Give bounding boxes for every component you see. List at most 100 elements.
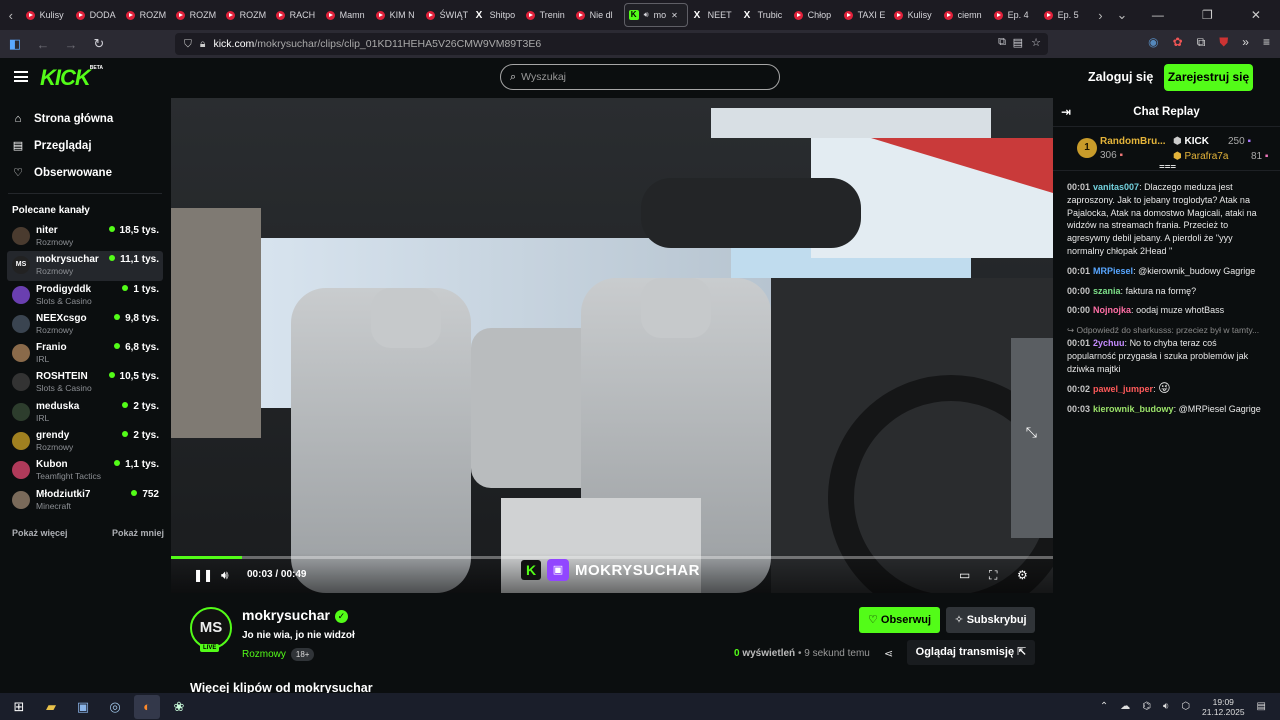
browser-tab[interactable]: X NEET [690,0,740,30]
overflow-menu-icon[interactable]: » [1242,35,1249,50]
notifications-icon[interactable]: ▤ [1257,701,1266,712]
browser-tab[interactable]: Kulisy [22,0,72,30]
theater-mode-icon[interactable]: ▭ [959,568,970,582]
app-tray-icon[interactable]: ⬡ [1181,701,1190,712]
video-player[interactable]: ⤡ ❚❚ 🔊︎ 00:03 / 00:49 K ▣ MOKRYSUCHAR ▭ … [171,98,1053,593]
ublock-icon[interactable]: ⛊ [1219,35,1228,50]
file-explorer-icon[interactable]: ▰ [38,695,64,719]
sidebar-nav-item[interactable]: ♡ Obserwowane [0,159,170,186]
browser-tab[interactable]: Mamn [322,0,372,30]
tab-list-icon[interactable]: ⌄ [1111,7,1133,23]
browser-tab[interactable]: Ep. 4 [990,0,1040,30]
clock[interactable]: 19:09 21.12.2025 [1202,697,1245,717]
expand-pins-icon[interactable]: ⩶ [1159,161,1176,172]
wifi-icon[interactable]: ⌬ [1142,701,1151,712]
browser-tab[interactable]: K 🔊︎ mo ✕ [623,3,688,27]
login-button[interactable]: Zaloguj się [1088,70,1153,84]
tab-scroll-right-icon[interactable]: › [1090,8,1112,23]
browser-tab[interactable]: Trenin [522,0,572,30]
reader-view-icon[interactable]: ▤ [1013,36,1023,49]
message-user[interactable]: kierownik_budowy [1093,404,1174,414]
fox-extension-icon[interactable]: ✿ [1173,35,1183,50]
browser-tab[interactable]: Nie dl [572,0,622,30]
message-user[interactable]: 2ychuu [1093,338,1125,348]
channel-item[interactable]: NEEXcsgo Rozmowy 9,8 tys. [7,310,163,339]
browser-tab[interactable]: ROZM [172,0,222,30]
reload-icon[interactable]: ↻ [92,36,106,52]
browser-tab[interactable]: DODA [72,0,122,30]
minimize-icon[interactable]: — [1152,8,1164,22]
kick-logo[interactable]: KICKBETA [40,65,103,91]
browser-tab[interactable]: ciemn [940,0,990,30]
steam-icon[interactable]: ◎ [102,695,128,719]
tray-overflow-icon[interactable]: ⌃ [1100,701,1108,712]
lock-icon[interactable]: 🔒︎ [200,38,206,51]
picture-in-picture-icon[interactable]: ⧉ [998,36,1006,49]
channel-item[interactable]: ROSHTEIN Slots & Casino 10,5 tys. [7,368,163,397]
message-user[interactable]: Nojnojka [1093,305,1131,315]
speaker-icon[interactable]: 🔉︎ [1163,701,1169,712]
category-link[interactable]: Rozmowy [242,649,286,660]
firefox-icon[interactable]: ◐ [134,694,160,719]
channel-avatar[interactable]: MS [190,607,232,649]
follow-button[interactable]: ♡ Obserwuj [859,607,940,633]
channel-item[interactable]: Kubon Teamfight Tactics 1,1 tys. [7,456,163,485]
message-user[interactable]: szania [1093,286,1121,296]
browser-tab[interactable]: Chłop [790,0,840,30]
volume-icon[interactable]: 🔊︎ [221,568,229,583]
browser-tab[interactable]: Kulisy [890,0,940,30]
back-icon[interactable]: ← [36,37,50,52]
show-less-button[interactable]: Pokaż mniej [112,528,164,538]
sidebar-nav-item[interactable]: ⌂ Strona główna [0,105,170,132]
fullscreen-icon[interactable]: ⛶ [989,568,997,583]
show-more-button[interactable]: Pokaż więcej [12,528,68,538]
bookmark-star-icon[interactable]: ☆ [1031,36,1041,49]
channel-item[interactable]: MS mokrysuchar Rozmowy 11,1 tys. [7,251,163,281]
app-icon[interactable]: ❀ [166,695,192,719]
shield-icon[interactable]: ⛉ [184,38,192,51]
message-user[interactable]: MRPiesel [1093,266,1133,276]
browser-tab[interactable]: X Trubic [740,0,790,30]
reply-context[interactable]: ↪ Odpowiedź do sharkusss: przeciez był w… [1067,324,1266,337]
settings-icon[interactable]: ⚙ [1017,568,1028,582]
address-bar[interactable]: ⛉ 🔒︎ kick.com/mokrysuchar/clips/clip_01K… [175,33,1048,55]
collapse-chat-icon[interactable]: ⇥ [1061,98,1071,127]
message-user[interactable]: vanitas007 [1093,182,1139,192]
channel-item[interactable]: Prodigyddk Slots & Casino 1 tys. [7,281,163,310]
search-input[interactable]: ⌕ Wyszukaj [500,64,780,90]
audio-playing-icon[interactable]: 🔊︎ [644,10,649,20]
close-window-icon[interactable]: ✕ [1251,8,1261,22]
close-tab-icon[interactable]: ✕ [671,11,678,20]
forward-icon[interactable]: → [64,37,78,52]
message-user[interactable]: pawel_jumper [1093,384,1153,394]
browser-tab[interactable]: Ep. 5 [1040,0,1090,30]
tab-scroll-left-icon[interactable]: ‹ [0,8,22,23]
windows-start-icon[interactable]: ⊞ [6,695,32,719]
watch-stream-button[interactable]: Oglądaj transmisję ⇱ [907,640,1035,665]
browser-tab[interactable]: ŚWIĄT [422,0,472,30]
channel-item[interactable]: Franio IRL 6,8 tys. [7,339,163,368]
maximize-icon[interactable]: ❐ [1202,8,1213,22]
channel-name[interactable]: mokrysuchar [242,607,330,623]
browser-tab[interactable]: KIM N [372,0,422,30]
channel-item[interactable]: grendy Rozmowy 2 tys. [7,427,163,456]
pause-icon[interactable]: ❚❚ [193,568,213,582]
sidebar-toggle-icon[interactable]: ◧ [8,36,22,52]
register-button[interactable]: Zarejestruj się [1164,64,1253,91]
channel-item[interactable]: Młodziutki7 Minecraft 752 [7,486,163,515]
menu-icon[interactable] [14,71,28,82]
browser-tab[interactable]: TAXI E [840,0,890,30]
extensions-icon[interactable]: ⧉ [1197,35,1206,50]
monitor-app-icon[interactable]: ▣ [70,695,96,719]
channel-item[interactable]: meduska IRL 2 tys. [7,398,163,427]
app-menu-icon[interactable]: ≡ [1263,35,1270,50]
browser-tab[interactable]: RACH [272,0,322,30]
network-icon[interactable]: ☁ [1120,701,1130,712]
subscribe-button[interactable]: ✧ Subskrybuj [946,607,1035,633]
browser-tab[interactable]: ROZM [122,0,172,30]
sidebar-nav-item[interactable]: ▤ Przeglądaj [0,132,170,159]
vpn-extension-icon[interactable]: ◉ [1148,35,1158,50]
fullscreen-exit-icon[interactable]: ⤡ [1026,424,1037,441]
browser-tab[interactable]: X Shitpo [472,0,522,30]
browser-tab[interactable]: ROZM [222,0,272,30]
